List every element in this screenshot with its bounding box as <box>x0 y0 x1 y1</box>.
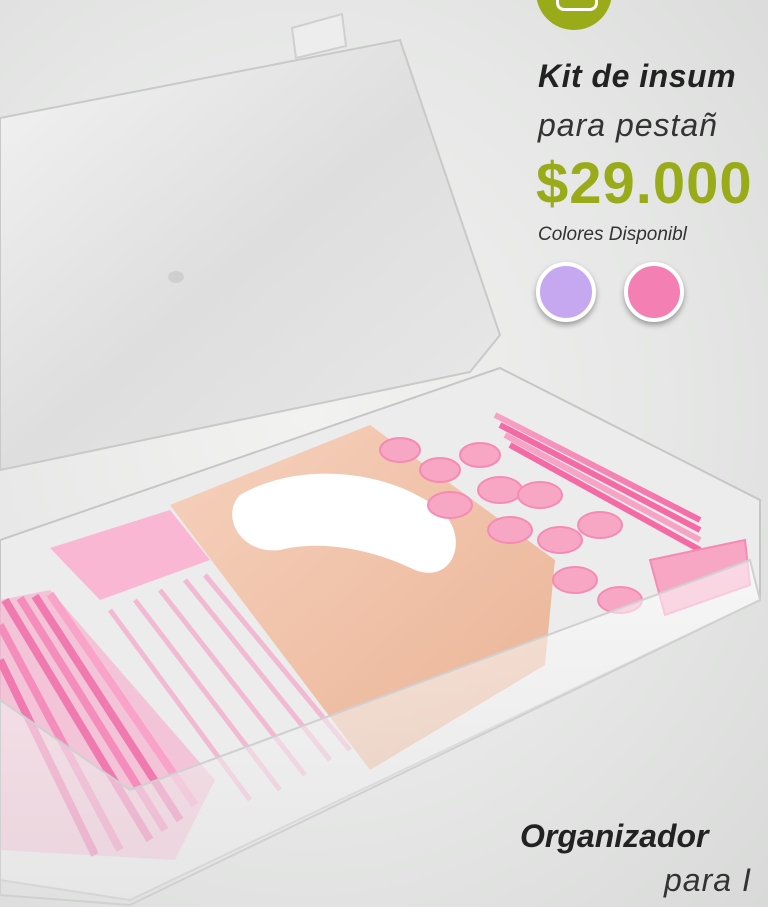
color-swatch-pink[interactable] <box>624 262 684 322</box>
product-ad: Kit de insum para pestañ $29.000 Colores… <box>0 0 768 907</box>
product-price: $29.000 <box>536 151 753 216</box>
colors-available-label: Colores Disponibl <box>538 224 687 245</box>
product-title-line1: Kit de insum <box>538 58 737 94</box>
product-title-line2: para pestañ <box>538 107 719 143</box>
color-swatch-lilac[interactable] <box>536 262 596 322</box>
footer-caption-line2: para I <box>664 862 752 898</box>
footer-caption-line1: Organizador <box>520 818 709 854</box>
bag-icon <box>556 0 598 11</box>
